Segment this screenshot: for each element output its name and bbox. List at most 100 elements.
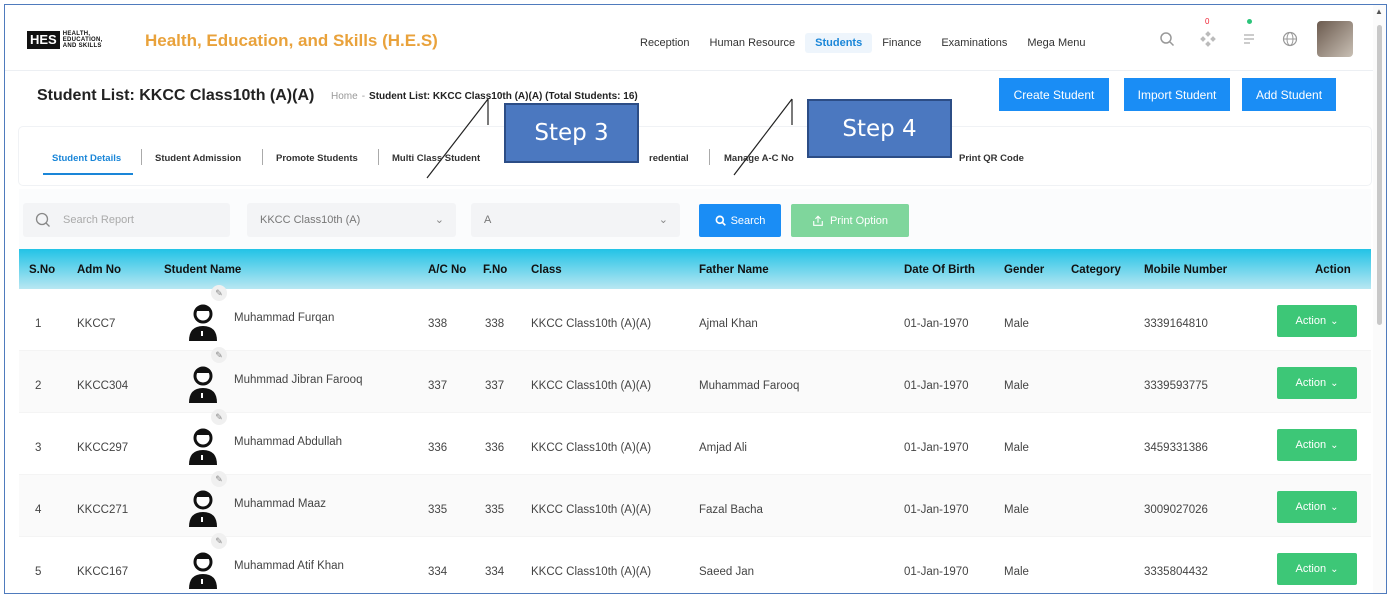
search-report-input[interactable]: Search Report xyxy=(23,203,230,237)
col-category[interactable]: Category xyxy=(1071,264,1121,276)
print-option-button[interactable]: Print Option xyxy=(791,204,909,237)
col-student-name[interactable]: Student Name xyxy=(164,264,241,276)
table-row[interactable]: 5 KKCC167 Muhammad Atif Khan 334 334 KKCC Cla… xyxy=(19,533,1371,593)
class-select[interactable]: KKCC Class10th (A) ⌄ xyxy=(247,203,456,237)
nav-finance[interactable]: Finance xyxy=(872,33,931,53)
nav-reception[interactable]: Reception xyxy=(630,33,700,53)
col-mobile-number[interactable]: Mobile Number xyxy=(1144,264,1227,276)
cell-sno: 3 xyxy=(35,442,42,454)
cell-class: KKCC Class10th (A)(A) xyxy=(531,566,652,578)
action-dropdown-button[interactable]: Action ⌄ xyxy=(1277,367,1357,399)
tab-student-details[interactable]: Student Details xyxy=(52,153,121,164)
cell-class: KKCC Class10th (A)(A) xyxy=(531,442,652,454)
edit-photo-icon[interactable]: ✎ xyxy=(211,533,227,549)
col-gender[interactable]: Gender xyxy=(1004,264,1044,276)
cell-gender: Male xyxy=(1004,318,1029,330)
cell-student-name: Muhammad Maaz xyxy=(234,498,327,510)
student-avatar[interactable] xyxy=(185,301,221,341)
apps-icon[interactable]: 0 xyxy=(1196,17,1220,51)
nav-examinations[interactable]: Examinations xyxy=(931,33,1017,53)
cell-father-name: Saeed Jan xyxy=(699,566,754,578)
tab-multi-class-student[interactable]: Multi Class Student xyxy=(392,153,480,164)
cell-fno: 338 xyxy=(485,318,505,330)
tab-student-admission[interactable]: Student Admission xyxy=(155,153,241,164)
search-placeholder: Search Report xyxy=(63,214,134,226)
cell-class: KKCC Class10th (A)(A) xyxy=(531,504,652,516)
messages-icon[interactable] xyxy=(1237,19,1261,51)
class-select-value: KKCC Class10th (A) xyxy=(260,214,361,226)
create-student-button[interactable]: Create Student xyxy=(999,78,1109,111)
table-row[interactable]: 2 KKCC304 Muhmmad Jibran Farooq 337 337 KKCC … xyxy=(19,347,1371,413)
edit-photo-icon[interactable]: ✎ xyxy=(211,285,227,301)
col-fno[interactable]: F.No xyxy=(483,264,507,276)
import-student-button[interactable]: Import Student xyxy=(1124,78,1230,111)
student-avatar[interactable] xyxy=(185,549,221,589)
table-row[interactable]: 4 KKCC271 Muhammad Maaz 335 335 KKCC Class10t… xyxy=(19,471,1371,537)
main-nav: Reception Human Resource Students Financ… xyxy=(630,33,1095,53)
action-dropdown-button[interactable]: Action ⌄ xyxy=(1277,305,1357,337)
page-title: Student List: KKCC Class10th (A)(A) xyxy=(37,87,315,104)
student-avatar[interactable] xyxy=(185,363,221,403)
tab-credential[interactable]: redential xyxy=(649,153,689,164)
add-student-button[interactable]: Add Student xyxy=(1242,78,1336,111)
col-ac-no[interactable]: A/C No xyxy=(428,264,466,276)
cell-mobile-number: 3335804432 xyxy=(1144,566,1208,578)
edit-photo-icon[interactable]: ✎ xyxy=(211,471,227,487)
cell-ac-no: 337 xyxy=(428,380,448,392)
cell-ac-no: 335 xyxy=(428,504,448,516)
action-dropdown-button[interactable]: Action ⌄ xyxy=(1277,553,1357,585)
breadcrumb-home[interactable]: Home xyxy=(331,91,358,102)
scrollbar-thumb[interactable] xyxy=(1377,25,1382,325)
action-dropdown-button[interactable]: Action ⌄ xyxy=(1277,429,1357,461)
col-adm-no[interactable]: Adm No xyxy=(77,264,121,276)
section-select[interactable]: A ⌄ xyxy=(471,203,680,237)
cell-sno: 2 xyxy=(35,380,42,392)
col-date-of-birth[interactable]: Date Of Birth xyxy=(904,264,975,276)
chevron-down-icon: ⌄ xyxy=(1330,563,1339,575)
nav-students[interactable]: Students xyxy=(805,33,873,53)
nav-human-resource[interactable]: Human Resource xyxy=(700,33,806,53)
table-row[interactable]: 1 KKCC7 Muhammad Furqan 338 338 KKCC Class10t… xyxy=(19,285,1371,351)
tab-print-qr-code[interactable]: Print QR Code xyxy=(959,153,1024,164)
action-dropdown-button[interactable]: Action ⌄ xyxy=(1277,491,1357,523)
student-avatar[interactable] xyxy=(185,487,221,527)
edit-photo-icon[interactable]: ✎ xyxy=(211,347,227,363)
edit-photo-icon[interactable]: ✎ xyxy=(211,409,227,425)
cell-class: KKCC Class10th (A)(A) xyxy=(531,318,652,330)
search-button[interactable]: Search xyxy=(699,204,781,237)
student-avatar[interactable] xyxy=(185,425,221,465)
chevron-down-icon: ⌄ xyxy=(1330,501,1339,513)
nav-mega-menu[interactable]: Mega Menu xyxy=(1017,33,1095,53)
online-dot xyxy=(1247,19,1252,24)
cell-mobile-number: 3009027026 xyxy=(1144,504,1208,516)
cell-ac-no: 336 xyxy=(428,442,448,454)
notification-count: 0 xyxy=(1205,17,1210,26)
cell-fno: 336 xyxy=(485,442,505,454)
col-father-name[interactable]: Father Name xyxy=(699,264,769,276)
col-sno[interactable]: S.No xyxy=(29,264,55,276)
cell-ac-no: 334 xyxy=(428,566,448,578)
app-window: HES HEALTH, EDUCATION, AND SKILLS Health… xyxy=(4,4,1387,594)
app-logo[interactable]: HES HEALTH, EDUCATION, AND SKILLS xyxy=(27,30,123,50)
cell-adm-no: KKCC304 xyxy=(77,380,129,392)
tab-promote-students[interactable]: Promote Students xyxy=(276,153,358,164)
breadcrumb: Home - Student List: KKCC Class10th (A)(A)… xyxy=(331,91,638,102)
globe-icon[interactable] xyxy=(1278,27,1302,51)
tab-divider xyxy=(141,149,142,165)
user-avatar[interactable] xyxy=(1317,21,1353,57)
table-header: S.No Adm No Student Name A/C No F.No Cla… xyxy=(19,249,1371,289)
tab-manage-ac-no[interactable]: Manage A-C No xyxy=(724,153,794,164)
section-select-value: A xyxy=(484,214,492,226)
cell-gender: Male xyxy=(1004,504,1029,516)
chevron-down-icon: ⌄ xyxy=(1330,377,1339,389)
scroll-up-icon[interactable]: ▲ xyxy=(1375,7,1383,16)
tab-divider xyxy=(378,149,379,165)
table-row[interactable]: 3 KKCC297 Muhammad Abdullah 336 336 KKCC Clas… xyxy=(19,409,1371,475)
step-4-callout: Step 4 xyxy=(807,99,952,158)
search-icon[interactable] xyxy=(1155,27,1179,51)
page-scrollbar[interactable]: ▲ xyxy=(1373,5,1386,593)
col-class[interactable]: Class xyxy=(531,264,562,276)
cell-father-name: Fazal Bacha xyxy=(699,504,763,516)
cell-mobile-number: 3339164810 xyxy=(1144,318,1208,330)
print-option-label: Print Option xyxy=(829,214,889,227)
